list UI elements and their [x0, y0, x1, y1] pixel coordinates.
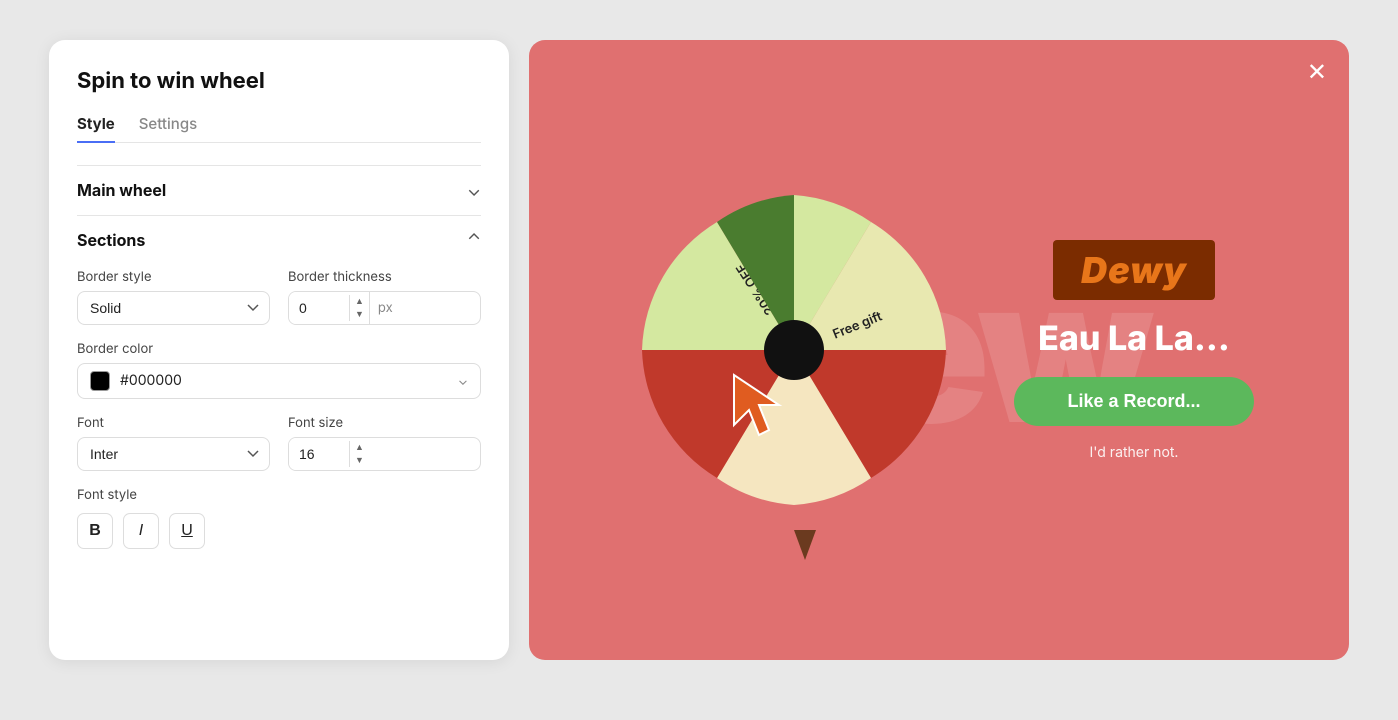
font-label: Font [77, 415, 270, 431]
border-style-group: Border style Solid Dashed Dotted None [77, 269, 270, 325]
spin-button[interactable]: Like a Record... [1014, 377, 1254, 426]
font-size-input[interactable] [289, 438, 349, 470]
underline-button[interactable]: U [169, 513, 205, 549]
sections-label: Sections [77, 230, 145, 250]
font-style-label: Font style [77, 487, 481, 503]
sections-header[interactable]: Sections ⌃ [77, 215, 481, 259]
thickness-down-button[interactable]: ▼ [350, 308, 369, 321]
main-wheel-chevron-icon: ⌄ [467, 180, 481, 201]
font-size-up-button[interactable]: ▲ [350, 441, 369, 454]
panel-title: Spin to win wheel [77, 68, 481, 94]
font-style-buttons: B I U [77, 513, 481, 549]
preview-content: Free gift Holiday Gift 25% off 3% CashBa… [529, 180, 1349, 520]
font-size-spinners: ▲ ▼ [349, 441, 369, 467]
border-style-label: Border style [77, 269, 270, 285]
thickness-up-button[interactable]: ▲ [350, 295, 369, 308]
sections-content: Border style Solid Dashed Dotted None Bo… [77, 259, 481, 549]
font-select[interactable]: Inter Arial Georgia Roboto [77, 437, 270, 471]
border-thickness-group: Border thickness ▲ ▼ px [288, 269, 481, 325]
border-thickness-spinners: ▲ ▼ [349, 295, 369, 321]
font-row: Font Inter Arial Georgia Roboto Font siz… [77, 415, 481, 471]
tabs: Style Settings [77, 114, 481, 143]
border-style-select[interactable]: Solid Dashed Dotted None [77, 291, 270, 325]
decline-link[interactable]: I'd rather not. [1090, 444, 1179, 461]
pointer-shape [794, 530, 816, 560]
border-color-picker[interactable]: #000000 ⌄ [77, 363, 481, 399]
font-size-label: Font size [288, 415, 481, 431]
wheel-container: Free gift Holiday Gift 25% off 3% CashBa… [624, 180, 964, 520]
wheel-svg: Free gift Holiday Gift 25% off 3% CashBa… [624, 180, 964, 520]
border-color-group: Border color #000000 ⌄ [77, 341, 481, 399]
border-color-label: Border color [77, 341, 481, 357]
main-wheel-label: Main wheel [77, 180, 166, 200]
tab-settings[interactable]: Settings [139, 114, 197, 142]
bold-button[interactable]: B [77, 513, 113, 549]
border-row: Border style Solid Dashed Dotted None Bo… [77, 269, 481, 325]
font-style-group: Font style B I U [77, 487, 481, 549]
color-chevron-icon: ⌄ [458, 373, 468, 389]
popup-headline: Eau La La... [1038, 318, 1230, 359]
sections-chevron-icon: ⌃ [467, 230, 481, 251]
border-thickness-input[interactable] [289, 292, 349, 324]
font-size-group: Font size ▲ ▼ [288, 415, 481, 471]
main-wheel-section[interactable]: Main wheel ⌄ [77, 165, 481, 215]
right-info: Dewy Eau La La... Like a Record... I'd r… [1014, 240, 1254, 461]
italic-button[interactable]: I [123, 513, 159, 549]
border-color-swatch [90, 371, 110, 391]
brand-name: Dewy [1081, 248, 1187, 292]
settings-panel: Spin to win wheel Style Settings Main wh… [49, 40, 509, 660]
font-group: Font Inter Arial Georgia Roboto [77, 415, 270, 471]
preview-panel: Dew ✕ Free gift Holiday Gift [529, 40, 1349, 660]
wheel-center [764, 320, 824, 380]
font-size-down-button[interactable]: ▼ [350, 454, 369, 467]
brand-logo: Dewy [1053, 240, 1215, 300]
tab-style[interactable]: Style [77, 114, 115, 143]
border-thickness-label: Border thickness [288, 269, 481, 285]
border-color-value: #000000 [120, 372, 182, 389]
font-size-input-wrap: ▲ ▼ [288, 437, 481, 471]
border-thickness-input-wrap: ▲ ▼ px [288, 291, 481, 325]
close-button[interactable]: ✕ [1307, 58, 1327, 87]
px-label: px [369, 292, 401, 324]
